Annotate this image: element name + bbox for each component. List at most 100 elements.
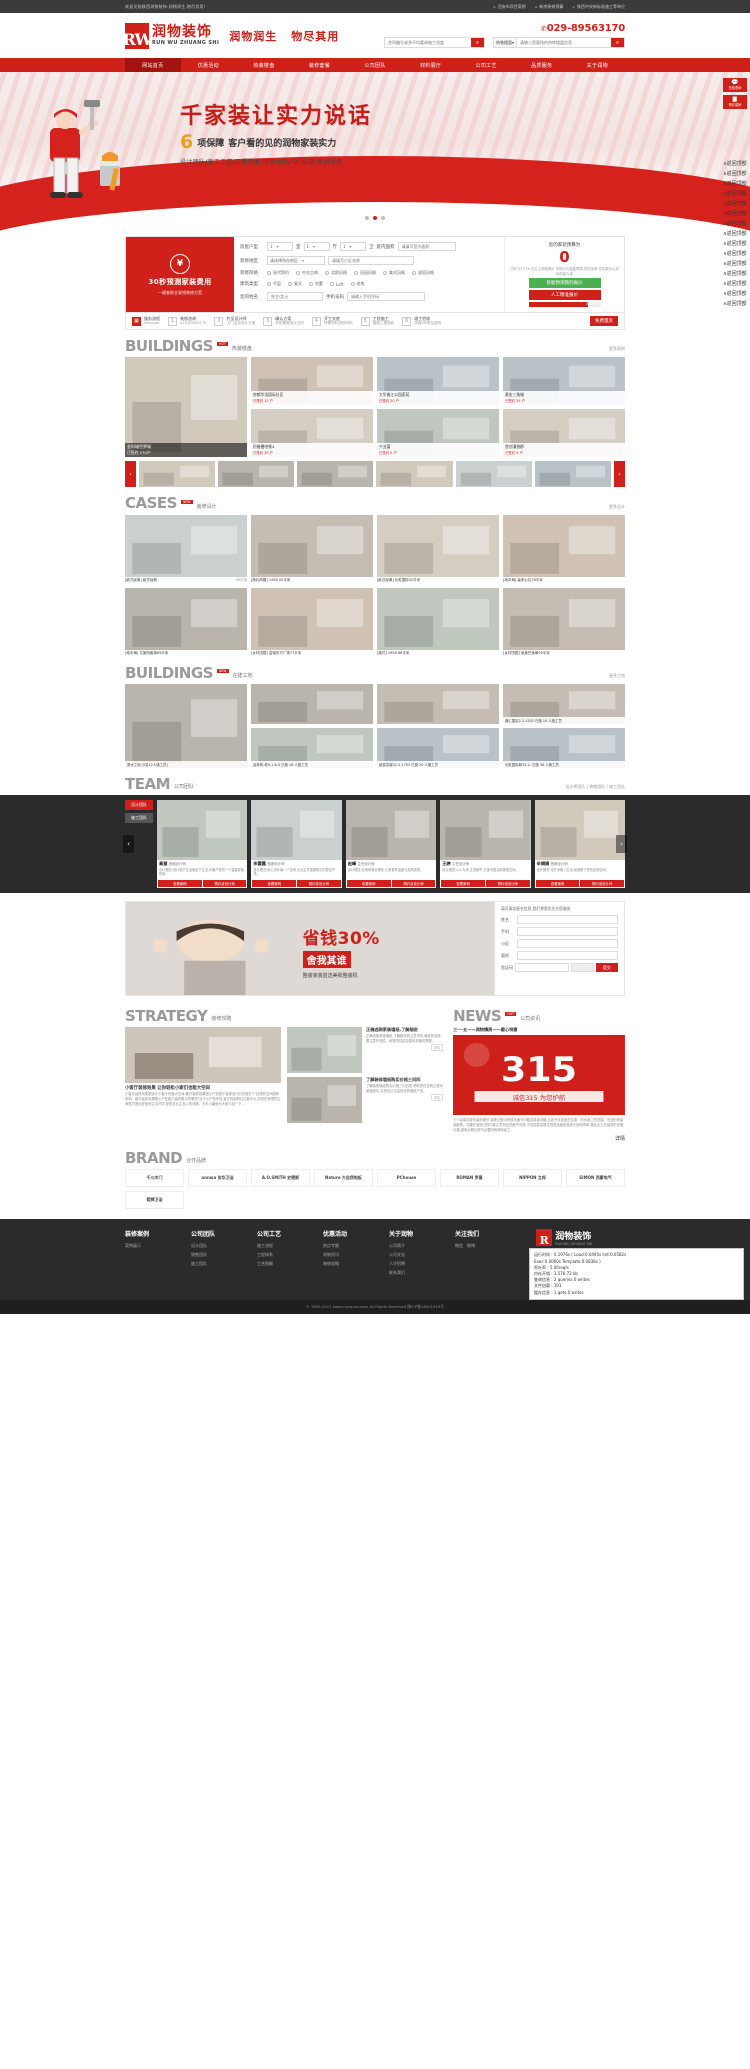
promo-field-input-1[interactable] xyxy=(517,927,618,936)
building-card[interactable]: 房都华浩国际社区 已签约 12 户 xyxy=(251,357,373,405)
brand-logo[interactable]: 箭牌卫浴 xyxy=(125,1191,184,1209)
building-card[interactable]: 黄金三角城 已签约 35 户 xyxy=(503,357,625,405)
team-member-card[interactable]: 高慧 首席设计师 设计理念:设计源于生活而高于生活,为客户提供一个温馨舒适的家。查… xyxy=(157,800,247,888)
member-btn-0[interactable]: 查看案例 xyxy=(441,880,485,887)
footer-link[interactable]: 销售团队 xyxy=(191,1252,243,1258)
banner-dot-active[interactable] xyxy=(373,216,377,220)
manual-quote-button[interactable]: 人工精准报价 xyxy=(529,290,601,300)
search-icon[interactable]: ⌕ xyxy=(611,38,624,47)
site-card[interactable]: 颖嘉名城32-2-1702 已施 20 人施工员 xyxy=(377,728,499,768)
strategy-article[interactable]: 了解装修墙纸购买价格三问四 了解装修墙纸购买价格三问四答,帮助您在选购过程中避免踩… xyxy=(287,1077,443,1123)
member-btn-0[interactable]: 查看案例 xyxy=(158,880,202,887)
building-thumb[interactable] xyxy=(297,461,373,487)
nav-item-7[interactable]: 品质服务 xyxy=(514,58,570,72)
brand-logo[interactable]: annwa 安华卫浴 xyxy=(188,1169,247,1187)
brand-logo[interactable]: 千川木门 xyxy=(125,1169,184,1187)
site-card[interactable]: 典汇国区2-2-1502 已施 10 人施工员 xyxy=(503,684,625,724)
footer-link[interactable]: 设计团队 xyxy=(191,1243,243,1249)
service-step-4[interactable]: 4 开工交底 所需材料进场材料 xyxy=(312,316,353,325)
member-btn-1[interactable]: 预约该设计师 xyxy=(203,880,247,887)
site-card[interactable]: 高林苑-栋9-1-8-4 已施 18 人施工员 xyxy=(251,728,373,768)
top-link[interactable]: 新房装修预算 xyxy=(535,4,564,10)
phone-input[interactable] xyxy=(347,292,425,301)
member-btn-1[interactable]: 预约该设计师 xyxy=(580,880,624,887)
case-card[interactable]: [欧式经典] 欧式经典 98平米 xyxy=(125,515,247,584)
style-option-1[interactable]: 中式古典 xyxy=(296,270,318,276)
footer-link[interactable]: 工艺图解 xyxy=(257,1261,309,1267)
rail-back-to-top[interactable]: ∧返回顶部 xyxy=(723,210,747,217)
name-input[interactable] xyxy=(267,292,323,301)
footer-link[interactable]: 案例展示 xyxy=(125,1243,177,1249)
news-detail-button[interactable]: 详情 xyxy=(615,1136,625,1142)
service-step-5[interactable]: 5 工程施工 隐蔽工程验收 xyxy=(361,316,395,325)
footer-link[interactable]: 润物资讯 xyxy=(323,1252,375,1258)
style-radio-group[interactable]: 现代简约 中式古典 北欧风格 田园风格 美式风格 混搭风格 xyxy=(267,270,434,276)
nav-item-3[interactable]: 装修套餐 xyxy=(292,58,348,72)
case-card[interactable]: [简约风格] 1958 50平米 xyxy=(251,515,373,584)
rail-back-to-top[interactable]: ∧返回顶部 xyxy=(723,230,747,237)
brand-logo[interactable]: PChouse xyxy=(377,1169,436,1187)
rail-back-to-top[interactable]: ∧返回顶部 xyxy=(723,190,747,197)
style-option-5[interactable]: 混搭风格 xyxy=(412,270,434,276)
nav-item-2[interactable]: 热装楼盘 xyxy=(236,58,292,72)
rail-online-consult[interactable]: 💬 在线咨询 xyxy=(723,78,747,92)
footer-link[interactable]: 装修攻略 xyxy=(323,1261,375,1267)
site-card[interactable]: 秀水工地 [5名12人施工员] xyxy=(125,684,247,768)
style-option-0[interactable]: 现代简约 xyxy=(267,270,289,276)
banner-dot[interactable] xyxy=(381,216,385,220)
brand-logo[interactable]: Nature 大自然地板 xyxy=(314,1169,373,1187)
member-btn-0[interactable]: 查看案例 xyxy=(347,880,391,887)
team-member-card[interactable]: 宋霞露 首席设计师 设计理念:用心设计每一个空间,为业主打造理想中的居住环境。 查看… xyxy=(251,800,341,888)
banner-dots[interactable] xyxy=(365,216,385,220)
team-tab-0[interactable]: 设计团队 xyxy=(125,800,153,810)
rail-back-to-top[interactable]: ∧返回顶部 xyxy=(723,260,747,267)
service-step-1[interactable]: 1 装修咨询 029-89563170 xyxy=(168,316,206,325)
footer-link[interactable]: 热点专题 xyxy=(323,1243,375,1249)
banner-dot[interactable] xyxy=(365,216,369,220)
team-member-card[interactable]: 王婷 主任设计师 设计理念:以人为本,注重细节,打造专属定制家居空间。 查看案例 预约… xyxy=(440,800,530,888)
service-step-2[interactable]: 2 约见设计师 上门洽谈设计方案 xyxy=(214,316,255,325)
building-thumb[interactable] xyxy=(535,461,611,487)
nav-item-8[interactable]: 关于润物 xyxy=(570,58,626,72)
chevron-left-icon[interactable]: ‹ xyxy=(123,835,134,853)
building-feature-card[interactable]: 金科城世界城 已签约 270户 xyxy=(125,357,247,457)
captcha-input[interactable] xyxy=(515,963,569,972)
service-step-3[interactable]: 3 确认方案 并签署修设计合同 xyxy=(263,316,304,325)
rail-back-to-top[interactable]: ∧返回顶部 xyxy=(723,250,747,257)
predict-button[interactable]: 智能预测我的报价 xyxy=(529,278,601,288)
search-keyword-select[interactable]: 热装楼盘 ▾ xyxy=(494,38,517,47)
building-thumb[interactable] xyxy=(376,461,452,487)
site-card[interactable]: 长虹国际城33-2- 已施 38 人施工员 xyxy=(503,728,625,768)
site-card[interactable] xyxy=(377,684,499,724)
room-select[interactable]: 1 xyxy=(267,242,293,251)
team-member-card[interactable]: 辛娟娟 首席设计师 设计理念:将艺术融入生活,创造属于您的品味空间。 查看案例 预约该… xyxy=(535,800,625,888)
service-step-6[interactable]: 6 竣工验收 持保VIP售后服务 xyxy=(402,316,441,325)
building-card[interactable]: 兴业富 已签约 5 户 xyxy=(377,409,499,457)
nav-item-4[interactable]: 公司团队 xyxy=(347,58,403,72)
promo-field-input-3[interactable] xyxy=(517,951,618,960)
chevron-left-icon[interactable]: ‹ xyxy=(125,461,136,487)
type-option-4[interactable]: 老房 xyxy=(351,281,365,287)
case-card[interactable]: [地中海] 文景西客单85平米 xyxy=(125,588,247,657)
member-btn-1[interactable]: 预约该设计师 xyxy=(392,880,436,887)
strategy-article[interactable]: 正确选购家装墙纸,了解细说 正确选购家装墙纸,了解细说的注意事项,墙纸的选择要注意… xyxy=(287,1027,443,1073)
case-card[interactable]: [乡村田园] 呈鑫巴适单90平米 xyxy=(503,588,625,657)
hero-banner[interactable]: 千家装让实力说话 6 项保障 客户看的见的润物家装实力 设计团队/施工工艺/工程… xyxy=(0,72,750,232)
nav-item-0[interactable]: 网站首页 xyxy=(125,58,181,72)
type-option-2[interactable]: 别墅 xyxy=(309,281,323,287)
strategy-feature-article[interactable]: 小客厅装修效果 让你轻松小家们也能大空间 小客厅装修效果图设计小客厅也能大空间!… xyxy=(125,1027,281,1127)
article-more-button[interactable]: 详情 xyxy=(431,1044,443,1051)
building-thumb[interactable] xyxy=(218,461,294,487)
rail-back-to-top[interactable]: ∧返回顶部 xyxy=(723,290,747,297)
section-more-link[interactable]: 设计师团队 | 销售团队 | 施工团队 xyxy=(565,784,625,791)
nav-item-6[interactable]: 公司工艺 xyxy=(458,58,514,72)
type-option-3[interactable]: Loft xyxy=(330,281,344,287)
nav-item-1[interactable]: 优惠活动 xyxy=(181,58,237,72)
brand-logo[interactable]: NIPPON 立邦 xyxy=(503,1169,562,1187)
team-tab-1[interactable]: 施工团队 xyxy=(125,813,153,823)
case-card[interactable]: [欧式经典] 长虹国际50平米 xyxy=(377,515,499,584)
type-option-1[interactable]: 复式 xyxy=(288,281,302,287)
type-option-0[interactable]: 平层 xyxy=(267,281,281,287)
free-measure-button[interactable]: 免费量房 xyxy=(590,316,618,326)
article-more-button[interactable]: 详情 xyxy=(431,1094,443,1101)
